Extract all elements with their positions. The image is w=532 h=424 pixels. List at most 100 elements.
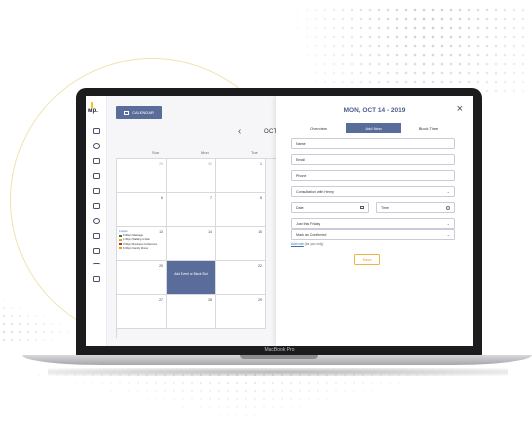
background-dot [368, 44, 372, 48]
time-placeholder: Time [381, 205, 389, 210]
background-dot [404, 17, 408, 21]
service-select[interactable]: Consultation with Henry ⌄ [291, 186, 455, 197]
calendar-day-cell[interactable]: 27 [117, 295, 167, 329]
background-dot [467, 53, 471, 57]
day-number: 6 [161, 196, 163, 200]
tab-add-new[interactable]: Add New [346, 123, 401, 133]
background-dot [422, 8, 426, 12]
date-field[interactable]: Date [291, 202, 369, 213]
calendar-day-cell[interactable]: 29 [216, 295, 266, 329]
background-dot [377, 17, 381, 21]
background-dot [476, 8, 480, 12]
day-number: 28 [208, 298, 212, 302]
dashboard-icon[interactable] [93, 128, 100, 134]
mail-icon[interactable] [93, 188, 100, 194]
event-item[interactable]: 6:30pm Family Dinner [119, 247, 157, 251]
background-dot [323, 80, 327, 84]
tab-block-time[interactable]: Block Time [401, 123, 456, 133]
calendar-day-cell[interactable]: 14 [167, 227, 216, 261]
background-dot [208, 389, 212, 393]
background-dot [494, 89, 498, 93]
background-dot [235, 413, 239, 417]
background-dot [512, 8, 516, 12]
background-dot [485, 80, 489, 84]
background-dot [494, 44, 498, 48]
background-dot [350, 26, 354, 30]
close-icon[interactable]: × [457, 103, 463, 115]
background-dot [50, 330, 54, 334]
background-dot [431, 17, 435, 21]
notes-icon[interactable] [93, 158, 100, 164]
calendar-day-cell[interactable]: 8 [216, 193, 266, 227]
background-dot [50, 322, 54, 326]
background-dot [404, 8, 408, 12]
time-field[interactable]: Time [376, 202, 455, 213]
calendar-icon[interactable] [93, 203, 100, 209]
background-dot [395, 80, 399, 84]
calendar-day-cell[interactable]: Add Event or Block Slot [167, 261, 216, 295]
clients-icon[interactable] [93, 143, 100, 149]
name-placeholder: Name [296, 141, 306, 146]
previous-month-button[interactable]: ‹ [238, 126, 241, 137]
calendar-day-cell[interactable]: 7 [167, 193, 216, 227]
calendar-day-cell[interactable]: 28 [167, 295, 216, 329]
calendar-button[interactable]: CALENDAR [116, 106, 162, 119]
background-dot [341, 26, 345, 30]
event-color-dot [119, 242, 122, 245]
calendar-day-cell[interactable]: 22 [216, 261, 266, 295]
background-dot [190, 389, 194, 393]
background-dot [154, 389, 158, 393]
calendar-day-cell[interactable]: 13 4 Appts 6:30am Massage 1:30pm Walking to… [117, 227, 167, 261]
background-dot [18, 322, 22, 326]
weekday-mon: Mon [201, 150, 209, 155]
calendar-day-cell[interactable]: 6 [117, 193, 167, 227]
trash-icon[interactable] [93, 248, 100, 254]
messages-icon[interactable] [93, 173, 100, 179]
background-dot [136, 389, 140, 393]
calendar-day-cell[interactable]: 29 [117, 159, 167, 193]
background-dot [440, 62, 444, 66]
calendar-day-cell[interactable]: 15 [216, 227, 266, 261]
day-number: 15 [258, 230, 262, 234]
background-dot [190, 397, 194, 401]
phone-field[interactable]: Phone [291, 170, 455, 181]
background-dot [458, 71, 462, 75]
logout-icon[interactable] [93, 276, 100, 282]
background-dot [485, 53, 489, 57]
background-dot [26, 330, 30, 334]
background-dot [341, 62, 345, 66]
background-dot [395, 53, 399, 57]
background-dot [64, 381, 68, 385]
background-dot [253, 389, 257, 393]
background-dot [163, 381, 167, 385]
save-button[interactable]: Save [354, 254, 380, 265]
calendar-day-cell[interactable]: 30 [167, 159, 216, 193]
app-logo[interactable]: ᴍp. [88, 108, 98, 114]
background-dot [181, 381, 185, 385]
background-dot [181, 389, 185, 393]
background-dot [314, 8, 318, 12]
email-field[interactable]: Email [291, 154, 455, 165]
calendar-day-cell[interactable]: 1 [216, 159, 266, 193]
background-dot [503, 53, 507, 57]
calendar-day-cell[interactable]: 20 [117, 261, 167, 295]
background-dot [422, 62, 426, 66]
status-select[interactable]: Mark as Confirmed ⌄ [291, 229, 455, 240]
background-dot [100, 381, 104, 385]
chat-icon[interactable] [93, 218, 100, 224]
background-dot [226, 397, 230, 401]
background-dot [305, 35, 309, 39]
add-note-link[interactable]: Add note [291, 242, 304, 246]
background-dot [305, 62, 309, 66]
name-field[interactable]: Name [291, 138, 455, 149]
background-dot [395, 44, 399, 48]
tab-overview[interactable]: Overview [291, 123, 346, 133]
repeat-select[interactable]: Just this Friday ⌄ [291, 218, 455, 229]
background-dot [332, 53, 336, 57]
document-icon[interactable] [93, 233, 100, 239]
background-dot [440, 71, 444, 75]
analytics-icon[interactable] [93, 263, 100, 269]
add-event-label[interactable]: Add Event or Block Slot [167, 272, 215, 277]
background-dot [521, 89, 525, 93]
background-dot [217, 413, 221, 417]
